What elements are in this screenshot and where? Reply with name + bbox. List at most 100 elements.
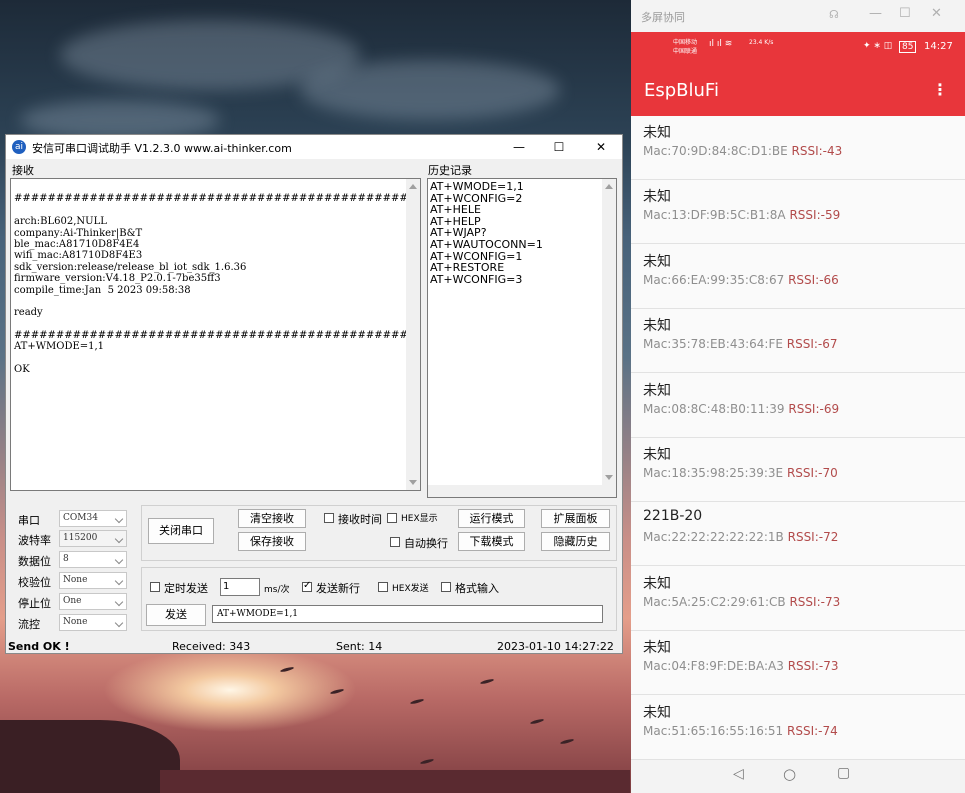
hide-history-button[interactable]: 隐藏历史 [541, 532, 610, 551]
device-name: 未知 [643, 189, 671, 206]
parity-select[interactable]: None [59, 572, 127, 589]
receive-line: OK [14, 364, 30, 376]
hex-send-label: HEX发送 [392, 584, 429, 594]
device-name: 221B-20 [643, 508, 703, 525]
history-item[interactable]: AT+RESTORE [430, 262, 543, 274]
device-list-item[interactable]: 未知 Mac:13:DF:9B:5C:B1:8A RSSI:-59 [631, 180, 965, 245]
close-button[interactable]: ✕ [586, 138, 616, 156]
format-input-label: 格式输入 [455, 582, 499, 595]
clear-receive-button[interactable]: 清空接收 [238, 509, 306, 528]
history-item[interactable]: AT+WAUTOCONN=1 [430, 239, 543, 251]
device-list-item[interactable]: 未知 Mac:08:8C:48:B0:11:39 RSSI:-69 [631, 374, 965, 438]
receive-line: AT+WMODE=1,1 [14, 341, 105, 353]
history-label: 历史记录 [428, 164, 472, 177]
maximize-icon[interactable]: ☐ [899, 6, 911, 21]
device-rssi: RSSI:-59 [789, 208, 841, 223]
close-port-button[interactable]: 关闭串口 [148, 518, 214, 544]
phone-clock: 14:27 [924, 41, 953, 52]
phone-nav-bar: ◁ ○ ▢ [631, 760, 965, 793]
receive-line: sdk_version:release/release_bl_iot_sdk_1… [14, 261, 247, 273]
stopbits-label: 停止位 [18, 597, 51, 610]
flow-select[interactable]: None [59, 614, 127, 631]
pin-icon[interactable]: ☊ [829, 8, 839, 21]
history-list[interactable]: AT+WMODE=1,1 AT+WCONFIG=2 AT+HELE AT+HELP AT… [427, 178, 617, 498]
device-rssi: RSSI:-69 [788, 401, 840, 416]
device-list-item[interactable]: 未知 Mac:70:9D:84:8C:D1:BE RSSI:-43 [631, 116, 965, 180]
history-item[interactable]: AT+WCONFIG=3 [430, 274, 543, 286]
hex-send-checkbox[interactable] [378, 582, 388, 592]
device-list-item[interactable]: 未知 Mac:5A:25:C2:29:61:CB RSSI:-73 [631, 567, 965, 631]
close-icon[interactable]: ✕ [931, 6, 942, 21]
receive-line: ########################################… [14, 330, 417, 342]
recents-icon[interactable]: ▢ [837, 765, 850, 781]
device-list-item[interactable]: 221B-20 Mac:22:22:22:22:22:1B RSSI:-72 [631, 502, 965, 567]
device-rssi: RSSI:-73 [789, 594, 841, 609]
device-name: 未知 [643, 575, 671, 592]
device-list-item[interactable]: 未知 Mac:18:35:98:25:39:3E RSSI:-70 [631, 438, 965, 502]
device-mac: Mac:08:8C:48:B0:11:39 RSSI:-69 [643, 401, 840, 416]
device-list-item[interactable]: 未知 Mac:66:EA:99:35:C8:67 RSSI:-66 [631, 245, 965, 309]
databits-label: 数据位 [18, 555, 51, 568]
flow-label: 流控 [18, 618, 40, 631]
recv-time-label: 接收时间 [338, 513, 382, 526]
device-list[interactable]: 未知 Mac:70:9D:84:8C:D1:BE RSSI:-43 未知 Mac:13… [631, 116, 965, 760]
device-mac: Mac:70:9D:84:8C:D1:BE RSSI:-43 [643, 144, 843, 158]
minimize-button[interactable]: — [504, 138, 534, 156]
receive-line: company:Ai-Thinker|B&T [14, 227, 143, 239]
device-name: 未知 [643, 253, 671, 270]
send-button[interactable]: 发送 [146, 604, 206, 626]
hex-display-checkbox[interactable] [387, 513, 397, 523]
timed-send-checkbox[interactable] [150, 582, 160, 592]
auto-wrap-label: 自动换行 [404, 537, 448, 550]
status-message: Send OK ! [8, 640, 70, 653]
carrier-1: 中国移动 [673, 39, 698, 46]
auto-wrap-checkbox[interactable] [390, 537, 400, 547]
databits-select[interactable]: 8 [59, 551, 127, 568]
history-item[interactable]: AT+WMODE=1,1 [430, 181, 543, 193]
receive-label: 接收 [12, 164, 34, 177]
device-list-item[interactable]: 未知 Mac:51:65:16:55:16:51 RSSI:-74 [631, 696, 965, 760]
device-list-item[interactable]: 未知 Mac:04:F8:9F:DE:BA:A3 RSSI:-73 [631, 631, 965, 696]
receive-scrollbar[interactable] [406, 179, 420, 490]
maximize-button[interactable]: ☐ [544, 138, 574, 156]
sent-count: Sent: 14 [336, 640, 383, 653]
title-bar[interactable]: ai 安信可串口调试助手 V1.2.3.0 www.ai-thinker.com… [6, 135, 622, 159]
format-input-checkbox[interactable] [441, 582, 451, 592]
expand-panel-button[interactable]: 扩展面板 [541, 509, 610, 528]
app-title: EspBluFi [644, 80, 719, 101]
device-list-item[interactable]: 未知 Mac:35:78:EB:43:64:FE RSSI:-67 [631, 309, 965, 374]
baud-select[interactable]: 115200 [59, 530, 127, 547]
receive-textarea[interactable]: ########################################… [10, 178, 421, 491]
receive-line [14, 205, 416, 216]
send-input[interactable]: AT+WMODE=1,1 [212, 605, 603, 623]
run-mode-button[interactable]: 运行模式 [458, 509, 525, 528]
send-newline-label: 发送新行 [316, 582, 360, 595]
device-name: 未知 [643, 704, 671, 721]
mirror-title: 多屏协同 [641, 11, 685, 24]
hex-display-label: HEX显示 [401, 514, 438, 524]
status-bar: Send OK ! Received: 343 Sent: 14 2023-01… [6, 640, 622, 654]
device-name: 未知 [643, 125, 671, 141]
status-datetime: 2023-01-10 14:27:22 [497, 640, 614, 653]
interval-input[interactable]: 1 [220, 578, 260, 596]
port-select[interactable]: COM34 [59, 510, 127, 527]
save-receive-button[interactable]: 保存接收 [238, 532, 306, 551]
recv-time-checkbox[interactable] [324, 513, 334, 523]
mirror-title-bar[interactable]: 多屏协同 ☊ — ☐ ✕ [631, 0, 965, 32]
serial-tool-window: ai 安信可串口调试助手 V1.2.3.0 www.ai-thinker.com… [5, 134, 623, 654]
interval-unit: ms/次 [264, 585, 290, 595]
download-mode-button[interactable]: 下载模式 [458, 532, 525, 551]
device-mac: Mac:5A:25:C2:29:61:CB RSSI:-73 [643, 594, 841, 609]
minimize-icon[interactable]: — [869, 6, 882, 21]
home-icon[interactable]: ○ [783, 765, 796, 783]
device-rssi: RSSI:-67 [786, 337, 838, 352]
back-icon[interactable]: ◁ [733, 766, 744, 782]
receive-line [14, 319, 416, 330]
stopbits-select[interactable]: One [59, 593, 127, 610]
phone-status-bar: 中国移动 中国联通 ıl ıl ≋ 23.4 K/s ✦ ∗ ◫ 85 14:2… [631, 32, 965, 68]
history-scrollbar[interactable] [602, 179, 616, 485]
history-hscrollbar[interactable] [428, 485, 616, 497]
send-newline-checkbox[interactable] [302, 580, 312, 592]
baud-label: 波特率 [18, 534, 51, 547]
overflow-menu-icon[interactable]: ⋮ [932, 80, 948, 99]
